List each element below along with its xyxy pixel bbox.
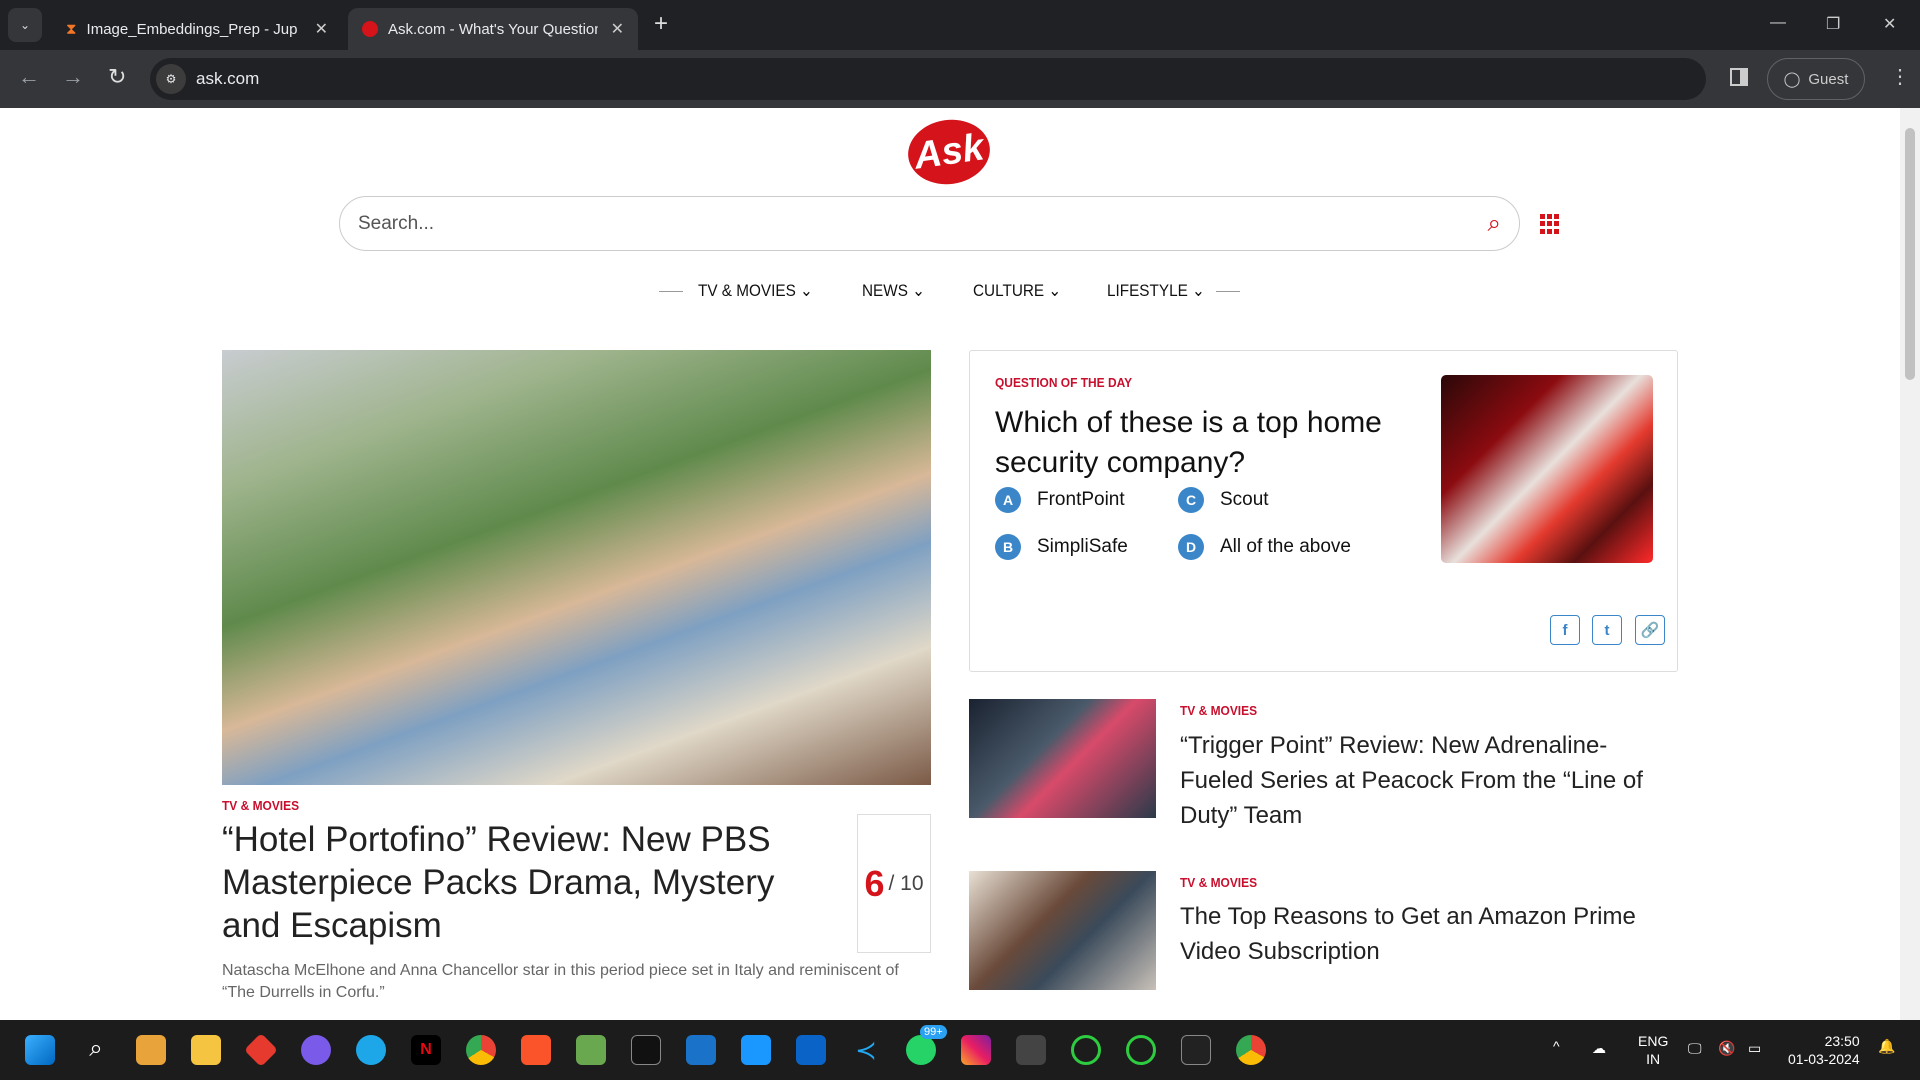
- copilot-icon[interactable]: [301, 1035, 331, 1065]
- option-b[interactable]: B SimpliSafe: [995, 534, 1128, 560]
- prime-video-icon[interactable]: [741, 1035, 771, 1065]
- tab-ask[interactable]: Ask.com - What's Your Question? ✕: [348, 8, 638, 50]
- battery-icon[interactable]: ▭: [1748, 1040, 1761, 1057]
- nav-tv-movies[interactable]: TV & MOVIES ⌄: [698, 281, 813, 301]
- article-headline[interactable]: “Trigger Point” Review: New Adrenaline-F…: [1180, 728, 1680, 833]
- facebook-share-icon[interactable]: f: [1550, 615, 1580, 645]
- tab-search-button[interactable]: ⌄: [8, 8, 42, 42]
- file-explorer-icon[interactable]: [191, 1035, 221, 1065]
- qotd-question: Which of these is a top home security co…: [995, 406, 1382, 479]
- outlook-icon[interactable]: [796, 1035, 826, 1065]
- chrome-active-icon[interactable]: [1236, 1035, 1266, 1065]
- qotd-image: [1441, 375, 1653, 563]
- nav-lifestyle[interactable]: LIFESTYLE ⌄: [1107, 281, 1205, 301]
- close-tab-icon[interactable]: ✕: [611, 19, 624, 39]
- question-of-the-day-card: QUESTION OF THE DAY Which of these is a …: [969, 350, 1678, 672]
- whatsapp-icon[interactable]: 99+: [906, 1025, 947, 1065]
- article-image[interactable]: [969, 871, 1156, 990]
- close-window-icon[interactable]: ✕: [1883, 14, 1896, 34]
- site-info-icon[interactable]: ⚙: [156, 64, 186, 94]
- article-category[interactable]: TV & MOVIES: [1180, 875, 1257, 890]
- page-content: Ask Search... ⌕ TV & MOVIES ⌄ NEWS ⌄ CUL…: [0, 108, 1900, 1020]
- nav-culture[interactable]: CULTURE ⌄: [973, 281, 1061, 301]
- app-icon[interactable]: [1071, 1035, 1101, 1065]
- article-image[interactable]: [969, 699, 1156, 818]
- close-tab-icon[interactable]: ✕: [315, 19, 328, 39]
- store-icon[interactable]: [136, 1035, 166, 1065]
- profile-button[interactable]: ◯ Guest: [1767, 58, 1865, 100]
- edge-icon[interactable]: [356, 1035, 386, 1065]
- search-icon[interactable]: ⌕: [81, 1035, 111, 1065]
- brave-icon[interactable]: [521, 1035, 551, 1065]
- url-text: ask.com: [196, 69, 260, 88]
- menu-icon[interactable]: ⋮: [1890, 64, 1910, 89]
- copy-link-icon[interactable]: 🔗: [1635, 615, 1665, 645]
- app-icon[interactable]: [576, 1035, 606, 1065]
- terminal-icon[interactable]: [631, 1035, 661, 1065]
- option-c[interactable]: C Scout: [1178, 487, 1269, 513]
- ask-logo[interactable]: Ask: [903, 114, 995, 190]
- tray-chevron-icon[interactable]: ^: [1553, 1038, 1560, 1054]
- minimize-icon[interactable]: —: [1770, 14, 1786, 32]
- clock[interactable]: 23:50 01-03-2024: [1788, 1032, 1860, 1068]
- app-icon[interactable]: [244, 1033, 278, 1067]
- app-icon[interactable]: [1016, 1035, 1046, 1065]
- hourglass-icon: ⧗: [66, 20, 77, 38]
- new-tab-icon[interactable]: +: [654, 10, 668, 38]
- chrome-icon[interactable]: [466, 1035, 496, 1065]
- profile-icon: ◯: [1783, 71, 1801, 88]
- option-a[interactable]: A FrontPoint: [995, 487, 1125, 513]
- onedrive-icon[interactable]: ☁: [1592, 1040, 1606, 1057]
- search-icon[interactable]: ⌕: [1488, 210, 1501, 238]
- search-input[interactable]: Search... ⌕: [339, 196, 1520, 251]
- toolbar: ← → ↻ ⚙ ask.com ◯ Guest ⋮: [0, 50, 1920, 108]
- netflix-icon[interactable]: N: [411, 1035, 441, 1065]
- start-icon[interactable]: [25, 1035, 55, 1065]
- notification-bell-icon[interactable]: 🔔: [1878, 1038, 1895, 1055]
- side-panel-icon[interactable]: [1730, 68, 1748, 86]
- taskbar: ⌕ N ≺ 99+ ^ ☁ ENG IN 🖵 🔇 ▭ 23:50 01-03-202…: [0, 1020, 1920, 1080]
- language-indicator[interactable]: ENG IN: [1638, 1032, 1668, 1068]
- reload-icon[interactable]: ↻: [108, 64, 126, 90]
- hero-description: Natascha McElhone and Anna Chancellor st…: [222, 962, 899, 1001]
- apps-grid-icon[interactable]: [1540, 214, 1560, 234]
- tab-jupyter[interactable]: ⧗ Image_Embeddings_Prep - Jupyter ✕: [52, 8, 342, 50]
- volume-muted-icon[interactable]: 🔇: [1718, 1040, 1735, 1057]
- qotd-label: QUESTION OF THE DAY: [995, 375, 1133, 390]
- terminal-icon[interactable]: [1181, 1035, 1211, 1065]
- hero-category[interactable]: TV & MOVIES: [222, 798, 299, 813]
- address-bar[interactable]: ⚙ ask.com: [150, 58, 1706, 100]
- scrollbar-thumb[interactable]: [1905, 128, 1915, 380]
- app-icon[interactable]: [686, 1035, 716, 1065]
- vscode-icon[interactable]: ≺: [851, 1035, 881, 1065]
- forward-icon[interactable]: →: [62, 64, 84, 90]
- twitter-share-icon[interactable]: t: [1592, 615, 1622, 645]
- nav-news[interactable]: NEWS ⌄: [862, 281, 925, 301]
- option-d[interactable]: D All of the above: [1178, 534, 1351, 560]
- tab-bar: ⌄ ⧗ Image_Embeddings_Prep - Jupyter ✕ As…: [0, 0, 1920, 50]
- restore-icon[interactable]: ❐: [1826, 14, 1840, 34]
- app-icon[interactable]: [1126, 1035, 1156, 1065]
- article-category[interactable]: TV & MOVIES: [1180, 703, 1257, 718]
- back-icon[interactable]: ←: [18, 64, 40, 90]
- nav-divider: [1216, 291, 1240, 292]
- nav-divider: [659, 291, 683, 292]
- article-headline[interactable]: The Top Reasons to Get an Amazon Prime V…: [1180, 899, 1680, 969]
- score-badge: 6 / 10: [857, 814, 931, 953]
- hero-image[interactable]: [222, 350, 931, 785]
- scrollbar[interactable]: [1900, 108, 1920, 1020]
- hero-headline[interactable]: “Hotel Portofino” Review: New PBS Master…: [222, 818, 822, 947]
- instagram-icon[interactable]: [961, 1035, 991, 1065]
- network-icon[interactable]: 🖵: [1688, 1040, 1702, 1057]
- ask-favicon-icon: [362, 21, 378, 37]
